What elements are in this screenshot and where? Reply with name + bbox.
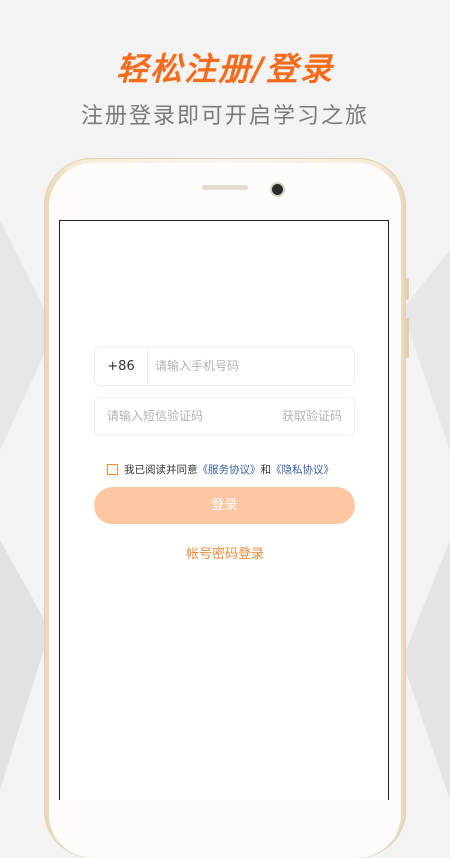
agreement-text: 我已阅读并同意 (124, 464, 198, 476)
sms-code-input[interactable]: 请输入短信验证码 (107, 398, 267, 435)
login-screen: +86 请输入手机号码 请输入短信验证码 获取验证码 我已阅读并同意《服务协议》… (59, 220, 389, 800)
promo-subline: 注册登录即可开启学习之旅 (80, 104, 369, 129)
background-facet (402, 250, 450, 450)
camera-icon (272, 184, 283, 195)
promo-headline: 轻松注册/登录 (116, 50, 334, 88)
login-button[interactable]: 登录 (94, 487, 355, 524)
service-agreement-link[interactable]: 《服务协议》 (198, 464, 261, 476)
sms-code-row: 请输入短信验证码 获取验证码 (94, 397, 355, 436)
agreement-row: 我已阅读并同意《服务协议》和《隐私协议》 (107, 462, 334, 478)
phone-number-row: +86 请输入手机号码 (94, 347, 355, 386)
privacy-agreement-link[interactable]: 《隐私协议》 (271, 464, 334, 476)
phone-side-button (406, 318, 409, 358)
phone-number-input[interactable]: 请输入手机号码 (155, 348, 345, 385)
get-code-button[interactable]: 获取验证码 (282, 398, 342, 435)
country-code-selector[interactable]: +86 (95, 348, 148, 385)
phone-side-button (406, 278, 409, 300)
password-login-link[interactable]: 帐号密码登录 (60, 543, 390, 562)
agreement-and-text: 和 (260, 464, 272, 476)
phone-speaker (202, 185, 248, 190)
background-facet (0, 540, 50, 790)
background-facet (402, 540, 450, 800)
agreement-checkbox[interactable] (107, 463, 118, 475)
